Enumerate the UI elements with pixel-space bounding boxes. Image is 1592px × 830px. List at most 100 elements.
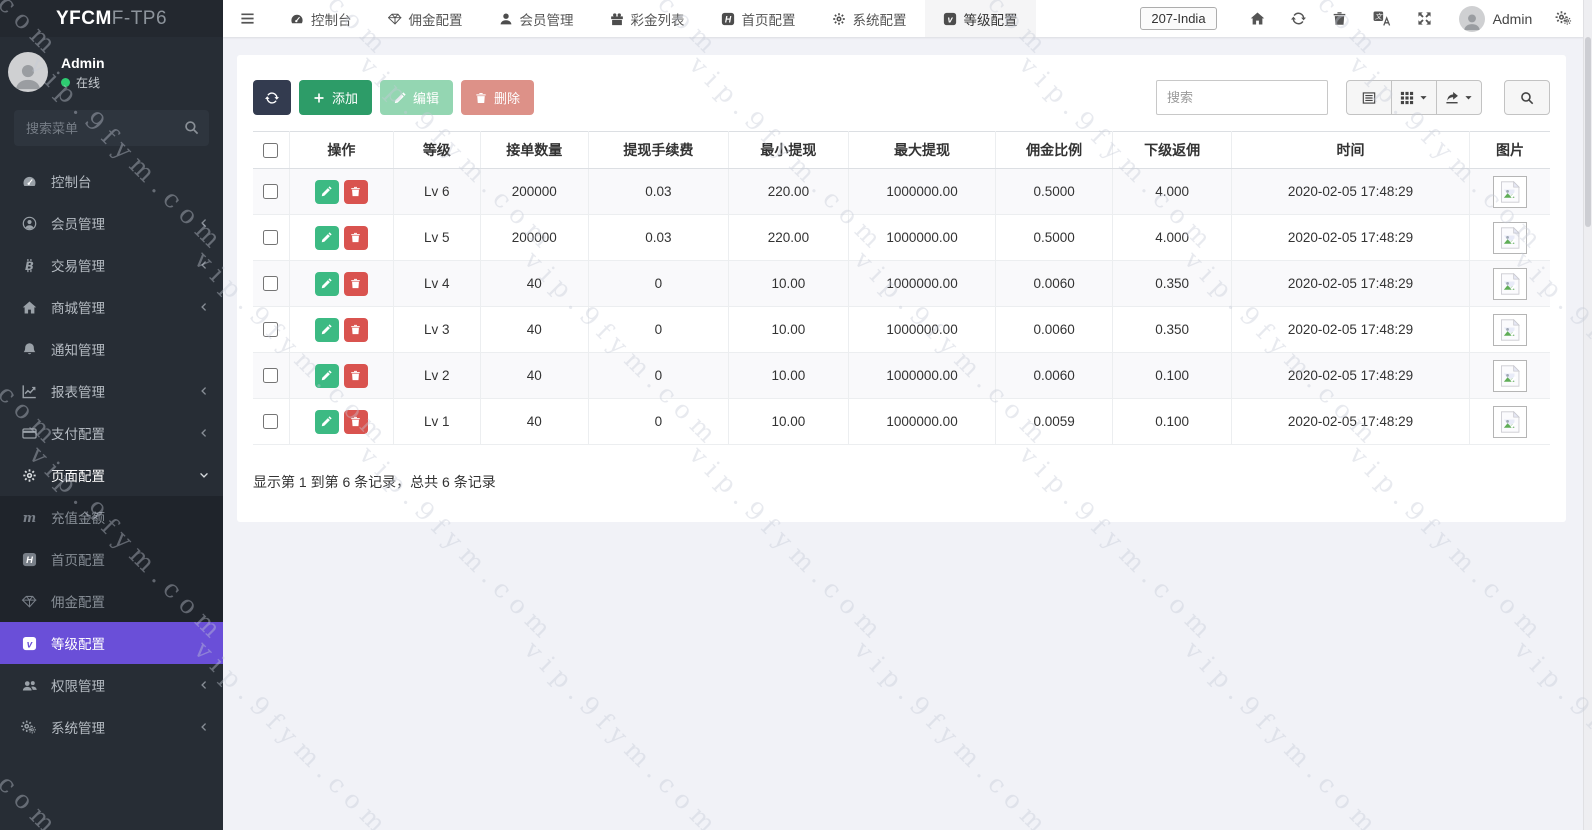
sidebar-item-members[interactable]: 会员管理: [0, 202, 223, 244]
sidebar-item-home-config[interactable]: H 首页配置: [0, 538, 223, 580]
sidebar-item-label: 首页配置: [51, 553, 105, 568]
edit-button-label: 编辑: [413, 91, 440, 106]
add-button[interactable]: 添加: [299, 80, 373, 115]
row-delete-button[interactable]: [343, 271, 368, 296]
top-navbar: 控制台 佣金配置 会员管理 彩金列表 H 首页配置 系统配置 v 等级配置 207-India …: [223, 0, 1592, 37]
refresh-button[interactable]: [1278, 11, 1319, 26]
row-delete-button[interactable]: [343, 179, 368, 204]
row-delete-button[interactable]: [343, 317, 368, 342]
cell-max-withdraw: 1000000.00: [848, 260, 996, 307]
row-delete-button[interactable]: [343, 409, 368, 434]
navbar-avatar: [1458, 5, 1485, 32]
level-image[interactable]: [1493, 405, 1528, 438]
detail-view-button[interactable]: [1346, 80, 1392, 115]
cell-orders: 40: [479, 352, 590, 399]
table-row: Lv 6 200000 0.03 220.00 1000000.00 0.5000 4.00…: [253, 168, 1550, 215]
clear-cache-button[interactable]: [1319, 11, 1360, 26]
row-checkbox[interactable]: [263, 230, 279, 246]
level-image[interactable]: [1493, 175, 1528, 208]
sidebar-item-permissions[interactable]: 权限管理: [0, 664, 223, 706]
sidebar-item-recharge-amount[interactable]: m 充值金额: [0, 496, 223, 538]
table-search-input[interactable]: [1156, 80, 1328, 115]
navbar-user-menu[interactable]: Admin: [1458, 5, 1532, 32]
sidebar-item-level-config[interactable]: v 等级配置: [0, 622, 223, 664]
row-checkbox[interactable]: [263, 184, 279, 200]
avatar[interactable]: [8, 52, 48, 92]
level-image[interactable]: [1493, 267, 1528, 300]
app-logo[interactable]: YFCM F-TP6: [0, 0, 223, 37]
gear-icon: [832, 12, 846, 26]
language-button[interactable]: 文: [1360, 11, 1404, 26]
cell-commission-rate: 0.0059: [994, 398, 1114, 445]
sidebar-item-dashboard[interactable]: 控制台: [0, 160, 223, 202]
tab-members[interactable]: 会员管理: [481, 0, 592, 37]
sidebar-item-label: 交易管理: [51, 259, 105, 274]
broken-image-icon: [1500, 180, 1520, 203]
row-edit-button[interactable]: [314, 225, 339, 250]
pencil-icon: [321, 186, 333, 197]
tab-commission-config[interactable]: 佣金配置: [370, 0, 481, 37]
search-button[interactable]: [1504, 80, 1550, 115]
tab-level-config[interactable]: v 等级配置: [924, 0, 1036, 37]
trash-icon: [350, 324, 361, 335]
pencil-icon: [394, 91, 406, 104]
trash-icon: [350, 370, 361, 381]
level-image[interactable]: [1493, 221, 1528, 254]
row-actions-cell: [288, 214, 395, 261]
chevron-left-icon: [199, 386, 209, 396]
delete-button[interactable]: 删除: [461, 80, 535, 115]
row-actions-cell: [288, 260, 395, 307]
sidebar-item-mall[interactable]: 商城管理: [0, 286, 223, 328]
edit-button[interactable]: 编辑: [380, 80, 454, 115]
sidebar-user-info: Admin 在线: [61, 53, 105, 91]
row-edit-button[interactable]: [314, 179, 339, 204]
sidebar-item-label: 报表管理: [51, 385, 105, 400]
row-checkbox[interactable]: [263, 368, 279, 384]
row-delete-button[interactable]: [343, 363, 368, 388]
broken-image-icon: [1500, 226, 1520, 249]
select-all-checkbox[interactable]: [263, 143, 279, 159]
sidebar-toggle-button[interactable]: [223, 0, 272, 37]
scrollbar[interactable]: [1583, 0, 1592, 830]
sidebar-search-input[interactable]: [14, 110, 209, 146]
sidebar-item-page-config[interactable]: 页面配置: [0, 454, 223, 496]
navbar-tabs: 控制台 佣金配置 会员管理 彩金列表 H 首页配置 系统配置 v 等级配置: [272, 0, 1036, 37]
refresh-table-button[interactable]: [253, 80, 291, 115]
sidebar-item-label: 佣金配置: [51, 595, 105, 610]
level-image[interactable]: [1493, 359, 1528, 392]
row-edit-button[interactable]: [314, 317, 339, 342]
column-header: 下级返佣: [1112, 131, 1232, 169]
columns-button[interactable]: [1391, 80, 1437, 115]
row-edit-button[interactable]: [314, 409, 339, 434]
sidebar-item-notifications[interactable]: 通知管理: [0, 328, 223, 370]
level-image[interactable]: [1493, 313, 1528, 346]
sidebar-item-payment-config[interactable]: 支付配置: [0, 412, 223, 454]
h-square-icon: H: [21, 552, 38, 567]
user-status: 在线: [61, 74, 105, 91]
sidebar-item-reports[interactable]: 报表管理: [0, 370, 223, 412]
row-checkbox[interactable]: [263, 276, 279, 292]
tab-system-config[interactable]: 系统配置: [814, 0, 925, 37]
user-name: Admin: [61, 55, 105, 71]
row-edit-button[interactable]: [314, 363, 339, 388]
row-checkbox[interactable]: [263, 322, 279, 338]
export-button[interactable]: [1436, 80, 1482, 115]
sidebar-item-system[interactable]: 系统管理: [0, 706, 223, 748]
gem-icon: [21, 594, 38, 609]
row-delete-button[interactable]: [343, 225, 368, 250]
bitcoin-icon: B: [21, 258, 38, 273]
settings-button[interactable]: [1542, 11, 1576, 26]
expand-icon: [1417, 11, 1432, 26]
tab-dashboard[interactable]: 控制台: [272, 0, 370, 37]
home-button[interactable]: [1237, 11, 1278, 26]
sidebar-item-trades[interactable]: B 交易管理: [0, 244, 223, 286]
scrollbar-thumb[interactable]: [1585, 37, 1591, 227]
site-badge[interactable]: 207-India: [1140, 7, 1217, 30]
row-edit-button[interactable]: [314, 271, 339, 296]
fullscreen-button[interactable]: [1404, 11, 1445, 26]
vimeo-icon: v: [21, 636, 38, 651]
tab-home-config[interactable]: H 首页配置: [703, 0, 814, 37]
sidebar-item-commission-config[interactable]: 佣金配置: [0, 580, 223, 622]
tab-bonus-list[interactable]: 彩金列表: [592, 0, 703, 37]
row-checkbox[interactable]: [263, 414, 279, 430]
